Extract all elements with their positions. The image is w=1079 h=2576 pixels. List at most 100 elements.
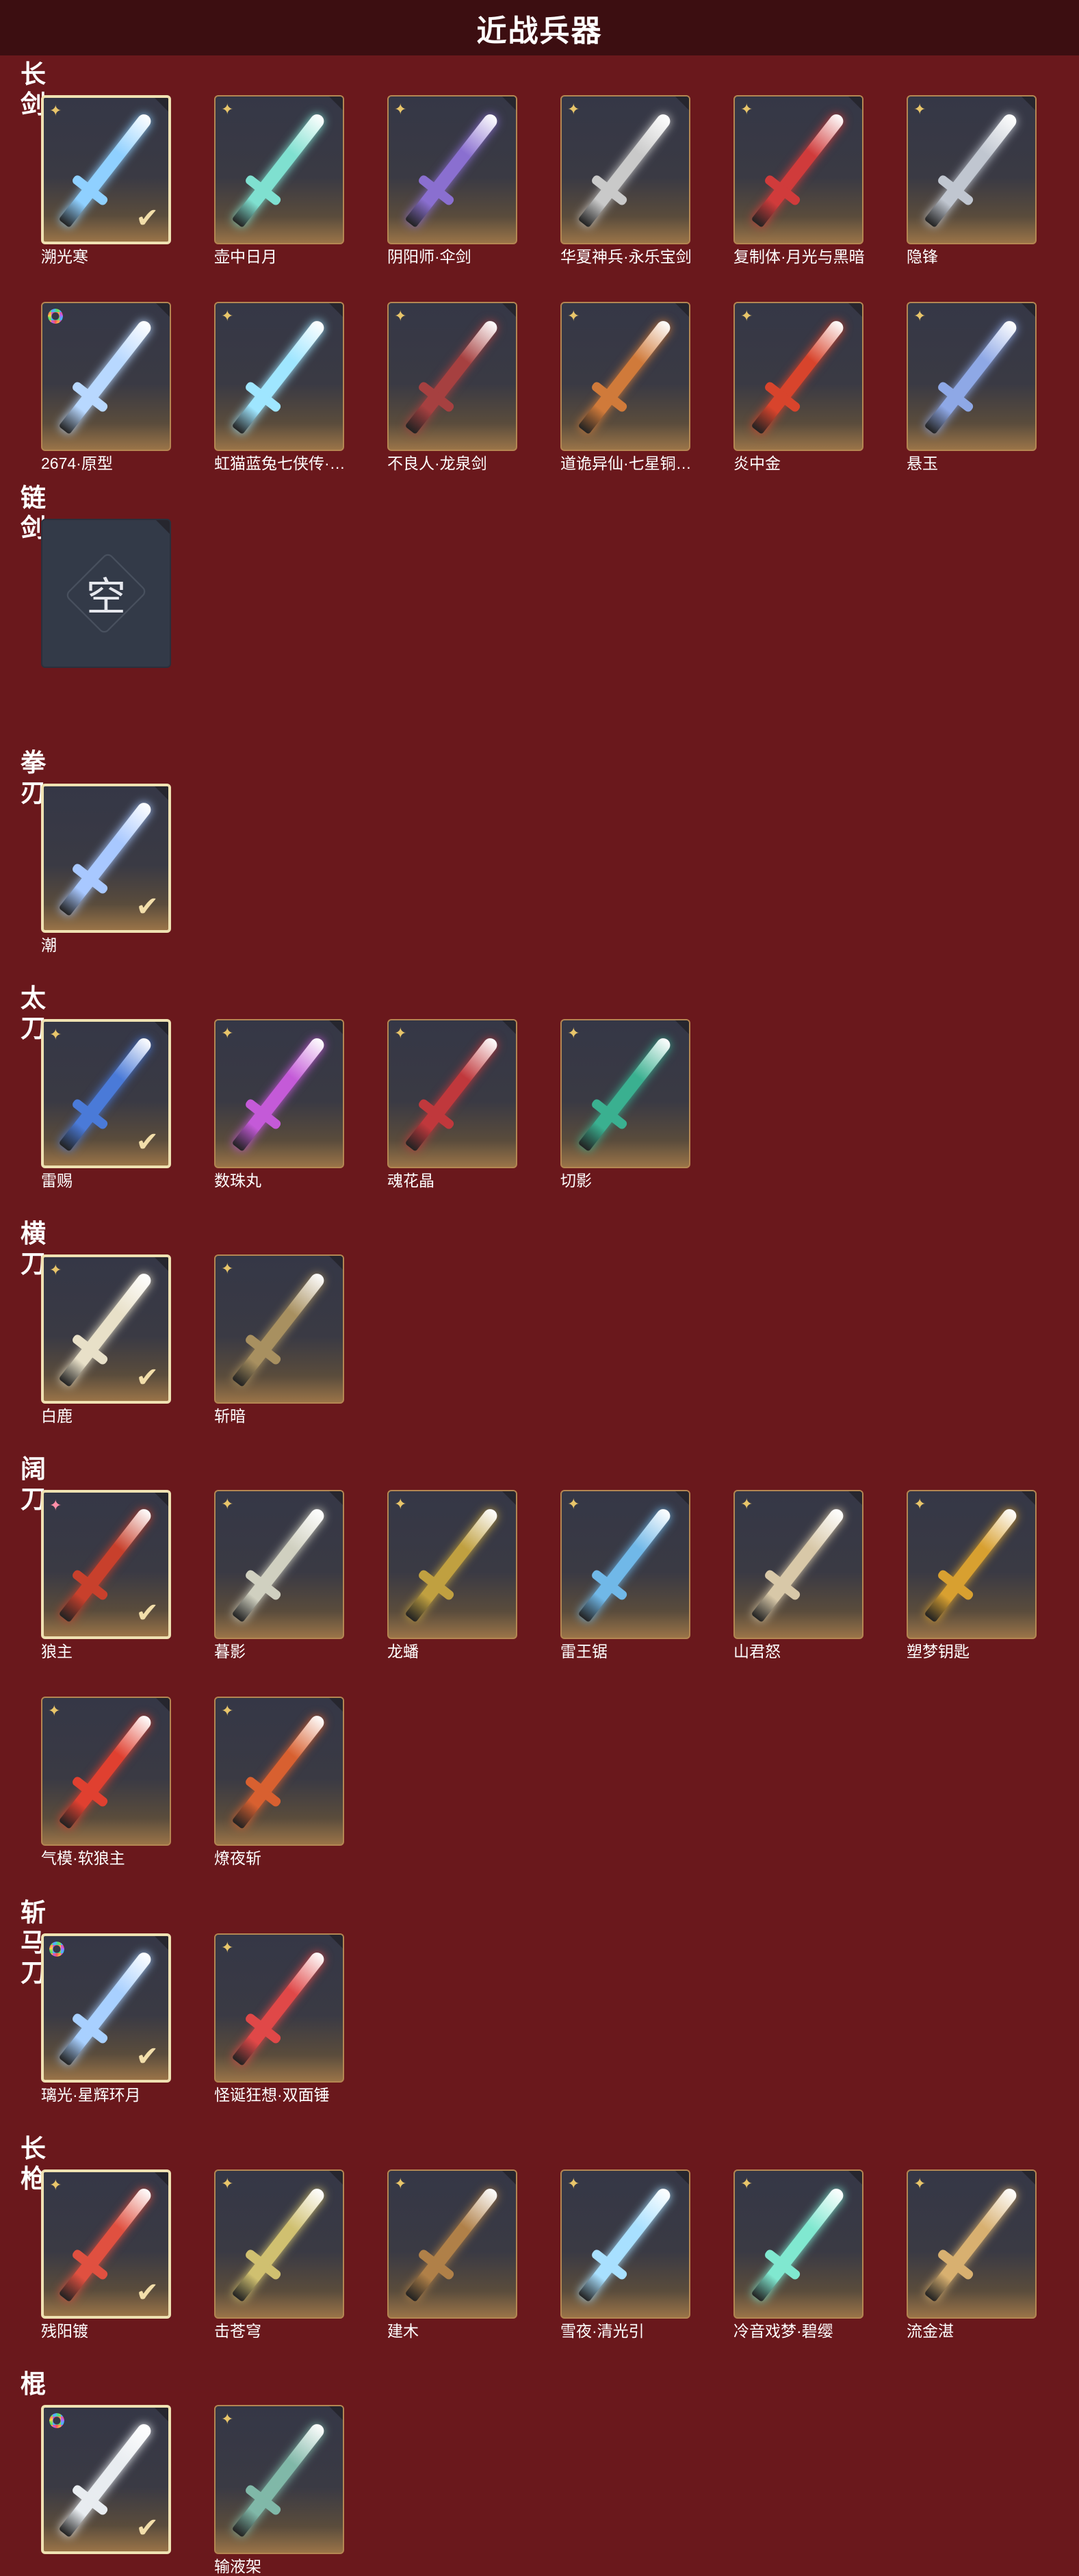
- weapon-art: [404, 318, 500, 435]
- weapon-item[interactable]: ✦ 气模·软狼主: [41, 1697, 171, 1868]
- rarity-star-icon: ✦: [394, 101, 407, 118]
- card-corner-icon: [329, 96, 343, 110]
- weapon-card[interactable]: ✦: [41, 1697, 171, 1846]
- rarity-star-icon: ✦: [49, 1261, 62, 1278]
- weapon-item[interactable]: ✦ 击苍穹: [214, 2169, 344, 2341]
- weapon-card[interactable]: ✦: [560, 1019, 690, 1168]
- weapon-item[interactable]: ✔ 潮: [41, 784, 171, 955]
- weapon-item[interactable]: ✦ 冷音戏梦·碧缨: [733, 2169, 863, 2341]
- weapon-card[interactable]: ✦: [733, 95, 863, 244]
- weapon-item[interactable]: ✦ 阴阳师·伞剑: [387, 95, 517, 266]
- weapon-item[interactable]: ✦ 流金湛: [907, 2169, 1037, 2341]
- weapon-item[interactable]: ✦ 塑梦钥匙: [907, 1490, 1037, 1661]
- weapon-card[interactable]: ✦: [214, 1019, 344, 1168]
- weapon-name: 暮影: [214, 1643, 246, 1660]
- weapon-card[interactable]: ✦: [560, 2169, 690, 2319]
- page-title: 近战兵器: [476, 14, 603, 48]
- weapon-item[interactable]: ✔ 璃光·星辉环月: [41, 1933, 171, 2104]
- weapon-card[interactable]: ✦: [560, 302, 690, 451]
- weapon-card[interactable]: ✦ ✔: [41, 1490, 171, 1639]
- weapon-card[interactable]: ✦: [214, 1697, 344, 1846]
- weapon-card[interactable]: ✦: [214, 1933, 344, 2083]
- weapon-card[interactable]: ✦ ✔: [41, 1254, 171, 1404]
- rarity-star-icon: ✦: [394, 1025, 407, 1042]
- weapon-art: [577, 2186, 673, 2302]
- weapon-item[interactable]: ✦ 炎中金: [733, 302, 863, 473]
- weapon-card[interactable]: [41, 302, 171, 451]
- weapon-item[interactable]: ✦ 华夏神兵·永乐宝剑: [560, 95, 692, 266]
- weapon-item[interactable]: ✦ ✔ 溯光寒: [41, 95, 171, 266]
- weapon-item[interactable]: ✦ 复制体·月光与黑暗: [733, 95, 865, 266]
- equipped-check-icon: ✔: [135, 2042, 159, 2072]
- weapon-item[interactable]: ✦ 隐锋: [907, 95, 1037, 266]
- weapon-card[interactable]: ✦: [907, 1490, 1037, 1639]
- weapon-card[interactable]: ✦: [907, 302, 1037, 451]
- weapon-item[interactable]: ✦ ✔ 白鹿: [41, 1254, 171, 1426]
- weapon-card[interactable]: ✔: [41, 2405, 171, 2554]
- weapon-card[interactable]: ✦: [733, 2169, 863, 2319]
- weapon-item[interactable]: ✦ 燎夜斩: [214, 1697, 344, 1868]
- weapon-item[interactable]: ✦ ✔ 狼主: [41, 1490, 171, 1661]
- weapon-item[interactable]: ✦ 道诡异仙·七星铜钱剑: [560, 302, 697, 473]
- weapon-card[interactable]: ✔: [41, 784, 171, 933]
- weapon-item[interactable]: ✦ 怪诞狂想·双面锤: [214, 1933, 344, 2104]
- weapon-name: 复制体·月光与黑暗: [733, 248, 865, 266]
- weapon-art: [58, 1713, 154, 1829]
- card-corner-icon: [1022, 303, 1035, 317]
- weapon-card[interactable]: ✦: [560, 95, 690, 244]
- weapon-card[interactable]: 空: [41, 519, 171, 668]
- weapon-card[interactable]: ✦: [560, 1490, 690, 1639]
- weapon-item[interactable]: ✦ 魂花晶: [387, 1019, 517, 1190]
- weapon-name: 雷王锯: [560, 1643, 608, 1660]
- weapon-card[interactable]: ✦: [214, 2169, 344, 2319]
- weapon-name: 燎夜斩: [214, 1849, 261, 1867]
- weapon-item[interactable]: ✦ 悬玉: [907, 302, 1037, 473]
- rarity-star-icon: ✦: [221, 101, 234, 118]
- weapon-item[interactable]: ✦ ✔ 残阳镀: [41, 2169, 171, 2341]
- weapon-card[interactable]: ✦ ✔: [41, 1019, 171, 1168]
- weapon-card[interactable]: ✦: [387, 302, 517, 451]
- weapon-item[interactable]: ✦ 暮影: [214, 1490, 344, 1661]
- weapon-card[interactable]: ✦ ✔: [41, 95, 171, 244]
- weapon-name: 悬玉: [907, 454, 938, 472]
- card-corner-icon: [329, 1256, 343, 1270]
- weapon-card[interactable]: ✔: [41, 1933, 171, 2083]
- weapon-item[interactable]: 空: [41, 519, 171, 671]
- rarity-star-icon: ✦: [913, 1495, 926, 1512]
- weapon-item[interactable]: ✦ 输液架: [214, 2405, 344, 2576]
- weapon-item[interactable]: 2674·原型: [41, 302, 171, 473]
- weapon-item[interactable]: ✦ 切影: [560, 1019, 690, 1190]
- weapon-card[interactable]: ✦: [214, 302, 344, 451]
- weapon-card[interactable]: ✦: [387, 95, 517, 244]
- weapon-item[interactable]: ✦ 数珠丸: [214, 1019, 344, 1190]
- weapon-card[interactable]: ✦: [733, 1490, 863, 1639]
- weapon-card[interactable]: ✦ ✔: [41, 2169, 171, 2319]
- weapon-item[interactable]: ✦ 龙蟠: [387, 1490, 517, 1661]
- weapon-card[interactable]: ✦: [214, 2405, 344, 2554]
- weapon-name: 切影: [560, 1172, 592, 1189]
- weapon-item[interactable]: ✦ 建木: [387, 2169, 517, 2341]
- weapon-item[interactable]: ✔: [41, 2405, 171, 2557]
- weapon-item[interactable]: ✦ 山君怒: [733, 1490, 863, 1661]
- weapon-item[interactable]: ✦ 斩暗: [214, 1254, 344, 1426]
- card-corner-icon: [502, 96, 516, 110]
- weapon-card[interactable]: ✦: [907, 2169, 1037, 2319]
- weapon-card[interactable]: ✦: [387, 1019, 517, 1168]
- weapon-card[interactable]: ✦: [214, 1490, 344, 1639]
- weapon-item[interactable]: ✦ 雪夜·清光引: [560, 2169, 690, 2341]
- weapon-item[interactable]: ✦ 雷王锯: [560, 1490, 690, 1661]
- card-corner-icon: [155, 786, 168, 800]
- weapon-card[interactable]: ✦: [214, 95, 344, 244]
- weapon-card[interactable]: ✦: [907, 95, 1037, 244]
- weapon-item[interactable]: ✦ 不良人·龙泉剑: [387, 302, 517, 473]
- weapon-card[interactable]: ✦: [387, 2169, 517, 2319]
- weapon-art: [58, 318, 154, 435]
- weapon-card[interactable]: ✦: [733, 302, 863, 451]
- weapon-name: 山君怒: [733, 1643, 781, 1660]
- weapon-item[interactable]: ✦ 虹猫蓝兔七侠传·冰魄…: [214, 302, 351, 473]
- weapon-item[interactable]: ✦ ✔ 雷赐: [41, 1019, 171, 1190]
- weapon-card[interactable]: ✦: [387, 1490, 517, 1639]
- weapon-item[interactable]: ✦ 壶中日月: [214, 95, 344, 266]
- weapon-card[interactable]: ✦: [214, 1254, 344, 1404]
- card-corner-icon: [675, 1491, 689, 1505]
